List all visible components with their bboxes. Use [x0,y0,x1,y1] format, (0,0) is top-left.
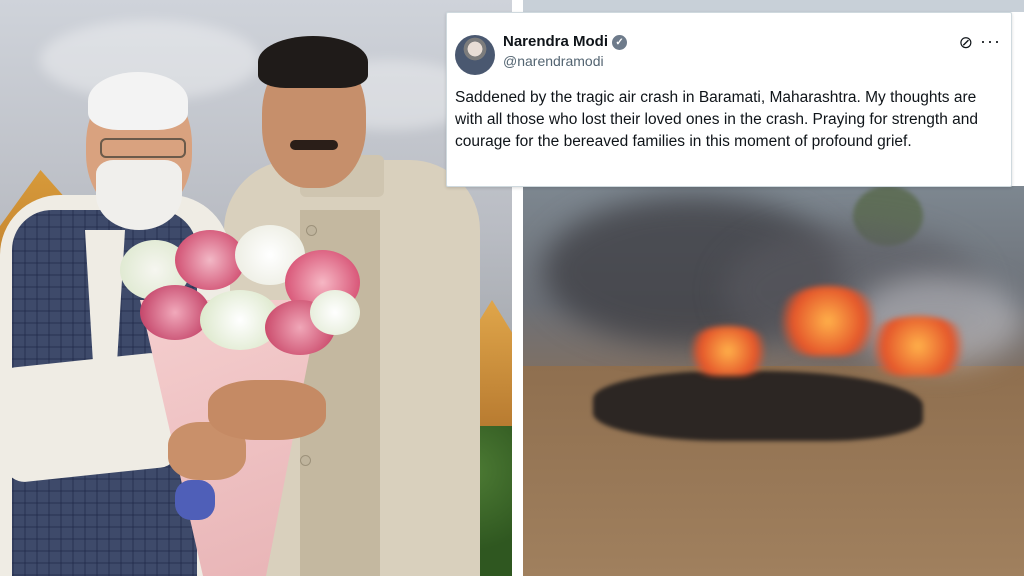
fire-flame [683,326,773,376]
man-left-hair [88,72,188,130]
avatar[interactable] [455,35,495,75]
sky-strip [523,0,1024,12]
tweet-author-handle[interactable]: @narendramodi [503,53,604,69]
x-logo-icon[interactable]: ⊘ [959,33,973,53]
tweet-text: Saddened by the tragic air crash in Bara… [455,89,978,150]
more-options-icon[interactable]: ··· [980,31,1001,52]
pink-lily-flower [140,285,210,340]
man-right-hair [258,36,368,88]
crash-site-photo [523,186,1024,576]
white-lily-flower [310,290,360,335]
man-left-arm [0,351,181,484]
left-photo-panel [0,0,512,576]
fire-flame [863,316,973,376]
wreckage-debris [593,371,923,441]
bouquet-ribbon [175,480,215,520]
author-name-text[interactable]: Narendra Modi [503,33,608,50]
suit-button [306,225,317,236]
man-right-mustache [290,140,338,150]
man-left-glasses [100,138,186,158]
tweet-author-name[interactable]: Narendra Modi ✓ [503,33,628,50]
man-right-hand [208,380,326,440]
verified-badge-icon: ✓ [612,34,628,50]
suit-button [300,455,311,466]
tweet-card: Narendra Modi ✓ @narendramodi ⊘ ··· Sadde… [446,12,1012,187]
man-left-beard [96,160,182,230]
